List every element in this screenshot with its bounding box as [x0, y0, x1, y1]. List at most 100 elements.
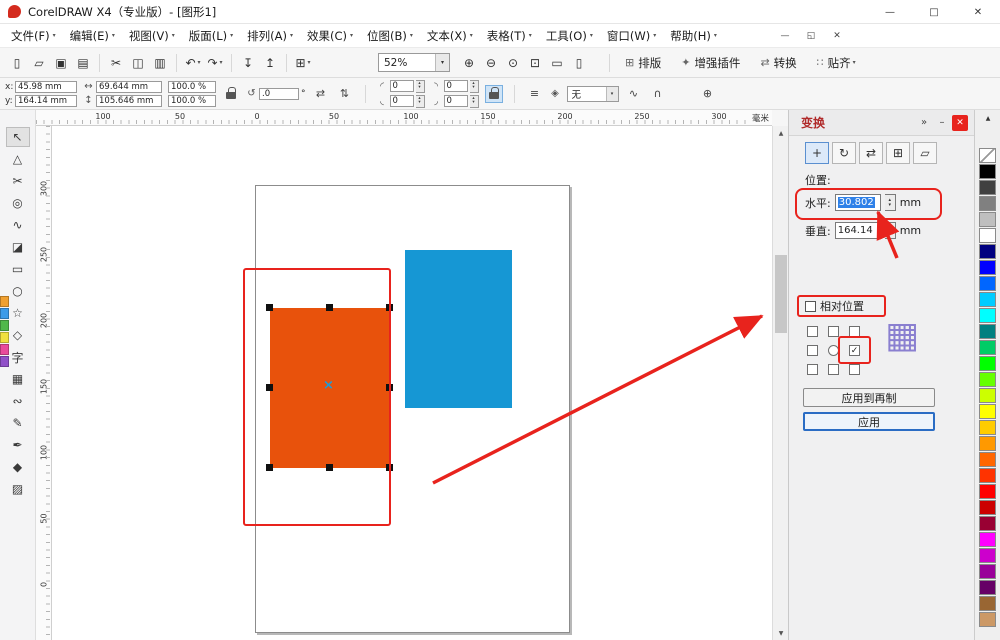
- menu-item-2[interactable]: 视图(V) ▾: [122, 24, 182, 48]
- convert-to-curves-button[interactable]: ∿: [625, 85, 643, 103]
- outline-width-combo[interactable]: 无 ▾: [566, 85, 619, 102]
- anchor-box[interactable]: [828, 326, 839, 337]
- outline-pen-tool[interactable]: ✒: [7, 436, 29, 454]
- close-button[interactable]: ✕: [956, 0, 1000, 24]
- docker-close-button[interactable]: ✕: [952, 114, 968, 131]
- scale-lock-button[interactable]: [222, 85, 240, 103]
- spinner[interactable]: [415, 94, 425, 108]
- spinner[interactable]: [469, 94, 479, 108]
- color-swatch[interactable]: [979, 228, 996, 243]
- minimize-button[interactable]: —: [868, 0, 912, 24]
- menu-item-5[interactable]: 效果(C) ▾: [300, 24, 360, 48]
- zoom-width-icon[interactable]: ▯: [569, 53, 589, 73]
- color-swatch[interactable]: [979, 548, 996, 563]
- apply-to-duplicate-button[interactable]: 应用到再制: [803, 388, 935, 407]
- transform-size-button[interactable]: ⊞: [886, 142, 910, 164]
- doc-minimize-button[interactable]: —: [772, 24, 798, 48]
- export-icon[interactable]: ↥: [260, 53, 280, 73]
- color-swatch[interactable]: [979, 372, 996, 387]
- pick-tool[interactable]: ↖: [5, 127, 30, 147]
- selection-handle[interactable]: [386, 304, 393, 311]
- y-position-input[interactable]: 164.14 mm: [15, 94, 77, 107]
- cut-icon[interactable]: ✂: [106, 53, 126, 73]
- save-icon[interactable]: ▣: [51, 53, 71, 73]
- anchor-box[interactable]: [849, 364, 860, 375]
- selection-handle[interactable]: [326, 464, 333, 471]
- weld-button[interactable]: ∩: [649, 85, 667, 103]
- anchor-box[interactable]: [807, 364, 818, 375]
- color-swatch[interactable]: [979, 516, 996, 531]
- blue-rectangle[interactable]: [405, 250, 512, 408]
- color-swatch[interactable]: [979, 580, 996, 595]
- rectangle-tool[interactable]: ▭: [7, 260, 29, 278]
- interactive-blend-tool[interactable]: ∾: [7, 392, 29, 410]
- color-swatch[interactable]: [979, 260, 996, 275]
- scroll-down-button[interactable]: ▼: [773, 626, 789, 640]
- vertical-input[interactable]: 164.14: [834, 222, 881, 239]
- color-swatch[interactable]: [979, 340, 996, 355]
- selection-handle[interactable]: [386, 384, 393, 391]
- no-color-swatch[interactable]: [979, 148, 996, 163]
- zoom-level-combo[interactable]: 52% ▾: [378, 53, 450, 72]
- color-swatch[interactable]: [979, 420, 996, 435]
- print-icon[interactable]: ▤: [73, 53, 93, 73]
- docker-chevron-icon[interactable]: »: [916, 115, 932, 131]
- wrap-text-button[interactable]: ≡: [526, 85, 544, 103]
- color-swatch[interactable]: [979, 532, 996, 547]
- anchor-box[interactable]: [807, 326, 818, 337]
- horizontal-input[interactable]: 30.802: [834, 194, 881, 211]
- color-swatch[interactable]: [979, 596, 996, 611]
- scale-h-input[interactable]: 100.0 %: [168, 80, 216, 93]
- freehand-tool[interactable]: ∿: [7, 216, 29, 234]
- smart-fill-tool[interactable]: ◪: [7, 238, 29, 256]
- color-swatch[interactable]: [979, 388, 996, 403]
- selection-handle[interactable]: [386, 464, 393, 471]
- horizontal-spinner[interactable]: [884, 194, 896, 211]
- layout-button[interactable]: ⊞ 排版: [618, 53, 668, 73]
- docker-minimize-button[interactable]: –: [934, 115, 950, 131]
- color-swatch[interactable]: [979, 212, 996, 227]
- horizontal-ruler[interactable]: 毫米 100 50 0 50 100 150 200 250 300: [36, 110, 772, 126]
- spinner[interactable]: [415, 79, 425, 93]
- snap-button[interactable]: ∷ 贴齐 ▾: [810, 53, 863, 73]
- fill-tool[interactable]: ◆: [7, 458, 29, 476]
- rotation-input[interactable]: .0: [259, 87, 299, 100]
- corner-bl-input[interactable]: 0: [389, 95, 414, 107]
- color-swatch[interactable]: [979, 292, 996, 307]
- plugins-button[interactable]: ✦ 增强插件: [674, 53, 747, 73]
- selection-handle[interactable]: [266, 464, 273, 471]
- convert-button[interactable]: ⇄ 转换: [753, 53, 803, 73]
- eyedropper-tool[interactable]: ✎: [7, 414, 29, 432]
- menu-item-11[interactable]: 帮助(H) ▾: [663, 24, 724, 48]
- redo-icon[interactable]: ↷ ▾: [205, 53, 225, 73]
- color-swatch[interactable]: [0, 296, 9, 307]
- anchor-box[interactable]: [807, 345, 818, 356]
- anchor-box[interactable]: [849, 326, 860, 337]
- color-swatch[interactable]: [979, 196, 996, 211]
- color-swatch[interactable]: [0, 308, 9, 319]
- color-swatch[interactable]: [979, 436, 996, 451]
- color-swatch[interactable]: [979, 308, 996, 323]
- open-icon[interactable]: ▱: [29, 53, 49, 73]
- drawing-canvas[interactable]: ×: [52, 126, 772, 640]
- menu-item-0[interactable]: 文件(F) ▾: [4, 24, 63, 48]
- color-swatch[interactable]: [979, 500, 996, 515]
- color-swatch[interactable]: [0, 344, 9, 355]
- corner-br-input[interactable]: 0: [443, 95, 468, 107]
- zoom-selected-icon[interactable]: ⊙: [503, 53, 523, 73]
- undo-icon[interactable]: ↶ ▾: [183, 53, 203, 73]
- color-swatch[interactable]: [0, 320, 9, 331]
- chevron-down-icon[interactable]: ▾: [605, 86, 618, 101]
- scrollbar-thumb[interactable]: [775, 255, 787, 333]
- color-swatch[interactable]: [979, 324, 996, 339]
- menu-item-6[interactable]: 位图(B) ▾: [360, 24, 420, 48]
- zoom-out-icon[interactable]: ⊖: [481, 53, 501, 73]
- color-swatch[interactable]: [979, 612, 996, 627]
- anchor-radio[interactable]: [828, 345, 839, 356]
- transform-scale-mirror-button[interactable]: ⇄: [859, 142, 883, 164]
- relative-position-checkbox[interactable]: [805, 300, 816, 312]
- menu-item-9[interactable]: 工具(O) ▾: [539, 24, 600, 48]
- zoom-page-icon[interactable]: ▭: [547, 53, 567, 73]
- zoom-tool[interactable]: ◎: [7, 194, 29, 212]
- color-swatch[interactable]: [0, 356, 9, 367]
